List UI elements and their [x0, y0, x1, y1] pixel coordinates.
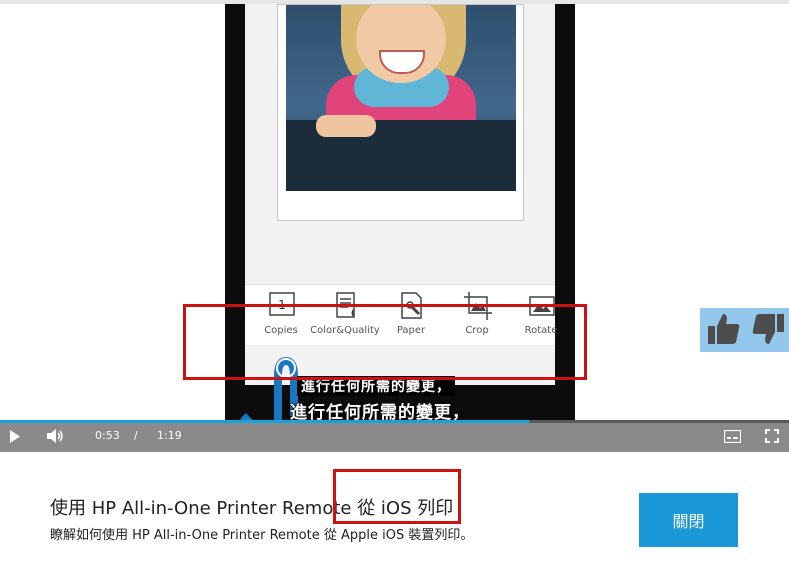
video-player[interactable]: 1 Copies Color&Quality Paper Crop Rotate…	[0, 4, 789, 452]
highlight-box-title	[333, 469, 461, 524]
volume-icon[interactable]	[46, 428, 64, 444]
progress-track[interactable]	[0, 420, 789, 423]
rating-widget	[700, 308, 789, 352]
thumbs-down-icon[interactable]	[750, 312, 786, 346]
thumbs-up-icon[interactable]	[706, 312, 742, 346]
time-separator: /	[134, 429, 138, 442]
photo-preview-card	[277, 4, 524, 221]
close-button[interactable]: 關閉	[639, 493, 738, 547]
photo-preview-image	[286, 5, 516, 191]
duration: 1:19	[157, 429, 182, 442]
play-icon[interactable]	[9, 430, 21, 443]
video-control-bar: 0:53 / 1:19	[0, 420, 789, 452]
current-time: 0:53	[95, 429, 120, 442]
fullscreen-icon[interactable]	[765, 429, 779, 443]
progress-fill	[0, 420, 529, 423]
captions-icon[interactable]	[724, 430, 741, 443]
video-description: 瞭解如何使用 HP All-in-One Printer Remote 從 Ap…	[50, 528, 474, 543]
highlight-box-toolbar	[183, 304, 587, 380]
